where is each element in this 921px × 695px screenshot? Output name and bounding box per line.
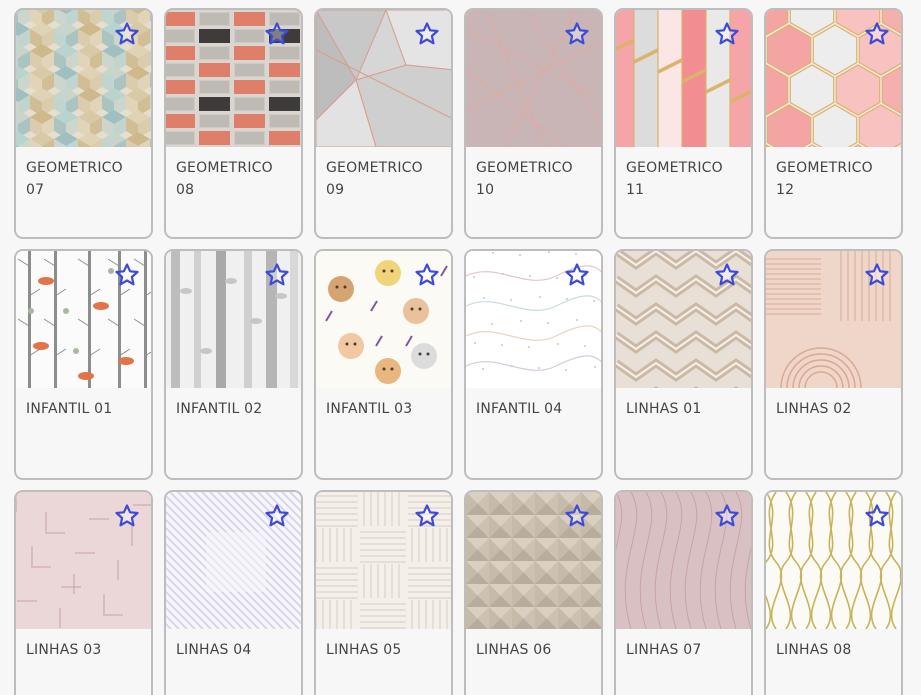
favorite-star-icon[interactable] [414,503,440,529]
product-card[interactable]: LINHAS 03 [14,490,153,695]
product-thumbnail[interactable] [316,251,451,388]
product-thumbnail[interactable] [316,10,451,147]
product-card[interactable]: GEOMETRICO 08 [164,8,303,239]
product-card[interactable]: LINHAS 05 [314,490,453,695]
favorite-star-icon[interactable] [564,262,590,288]
product-card[interactable]: LINHAS 01 [614,249,753,480]
product-name: GEOMETRICO 08 [176,160,273,198]
product-card[interactable]: INFANTIL 04 [464,249,603,480]
product-thumbnail[interactable] [166,251,301,388]
favorite-star-icon[interactable] [714,503,740,529]
favorite-star-icon[interactable] [414,262,440,288]
product-card[interactable]: INFANTIL 01 [14,249,153,480]
product-thumbnail[interactable] [466,10,601,147]
favorite-star-icon[interactable] [114,262,140,288]
product-name: LINHAS 07 [626,642,702,658]
favorite-star-icon[interactable] [714,21,740,47]
product-card[interactable]: GEOMETRICO 11 [614,8,753,239]
product-thumbnail[interactable] [16,10,151,147]
product-card[interactable]: LINHAS 06 [464,490,603,695]
favorite-star-icon[interactable] [264,262,290,288]
product-thumbnail[interactable] [466,492,601,629]
product-card[interactable]: LINHAS 07 [614,490,753,695]
product-thumbnail[interactable] [766,492,901,629]
favorite-star-icon[interactable] [564,21,590,47]
product-thumbnail[interactable] [616,251,751,388]
favorite-star-icon[interactable] [864,503,890,529]
product-card[interactable]: LINHAS 08 [764,490,903,695]
product-name: GEOMETRICO 12 [776,160,873,198]
product-thumbnail[interactable] [16,251,151,388]
product-name: GEOMETRICO 10 [476,160,573,198]
favorite-star-icon[interactable] [264,21,290,47]
product-card[interactable]: LINHAS 02 [764,249,903,480]
favorite-star-icon[interactable] [414,21,440,47]
product-name: GEOMETRICO 11 [626,160,723,198]
product-thumbnail[interactable] [766,10,901,147]
product-card[interactable]: GEOMETRICO 09 [314,8,453,239]
product-thumbnail[interactable] [616,492,751,629]
product-card[interactable]: LINHAS 04 [164,490,303,695]
product-thumbnail[interactable] [166,10,301,147]
product-name: INFANTIL 01 [26,401,113,417]
product-name: LINHAS 01 [626,401,702,417]
favorite-star-icon[interactable] [114,21,140,47]
favorite-star-icon[interactable] [864,21,890,47]
product-name: INFANTIL 02 [176,401,263,417]
product-name: INFANTIL 03 [326,401,413,417]
product-thumbnail[interactable] [766,251,901,388]
favorite-star-icon[interactable] [564,503,590,529]
product-name: GEOMETRICO 09 [326,160,423,198]
product-thumbnail[interactable] [466,251,601,388]
product-thumbnail[interactable] [166,492,301,629]
favorite-star-icon[interactable] [264,503,290,529]
product-name: LINHAS 06 [476,642,552,658]
product-thumbnail[interactable] [616,10,751,147]
product-grid: GEOMETRICO 07 GEOMETRICO 08 GEOMETRICO 09 G… [0,0,921,695]
product-card[interactable]: INFANTIL 03 [314,249,453,480]
product-name: LINHAS 04 [176,642,252,658]
favorite-star-icon[interactable] [114,503,140,529]
product-card[interactable]: GEOMETRICO 10 [464,8,603,239]
favorite-star-icon[interactable] [714,262,740,288]
product-name: LINHAS 02 [776,401,852,417]
product-name: LINHAS 05 [326,642,402,658]
product-name: GEOMETRICO 07 [26,160,123,198]
product-thumbnail[interactable] [316,492,451,629]
product-thumbnail[interactable] [16,492,151,629]
product-card[interactable]: INFANTIL 02 [164,249,303,480]
product-card[interactable]: GEOMETRICO 12 [764,8,903,239]
product-name: LINHAS 08 [776,642,852,658]
favorite-star-icon[interactable] [864,262,890,288]
product-name: LINHAS 03 [26,642,102,658]
product-name: INFANTIL 04 [476,401,563,417]
product-card[interactable]: GEOMETRICO 07 [14,8,153,239]
